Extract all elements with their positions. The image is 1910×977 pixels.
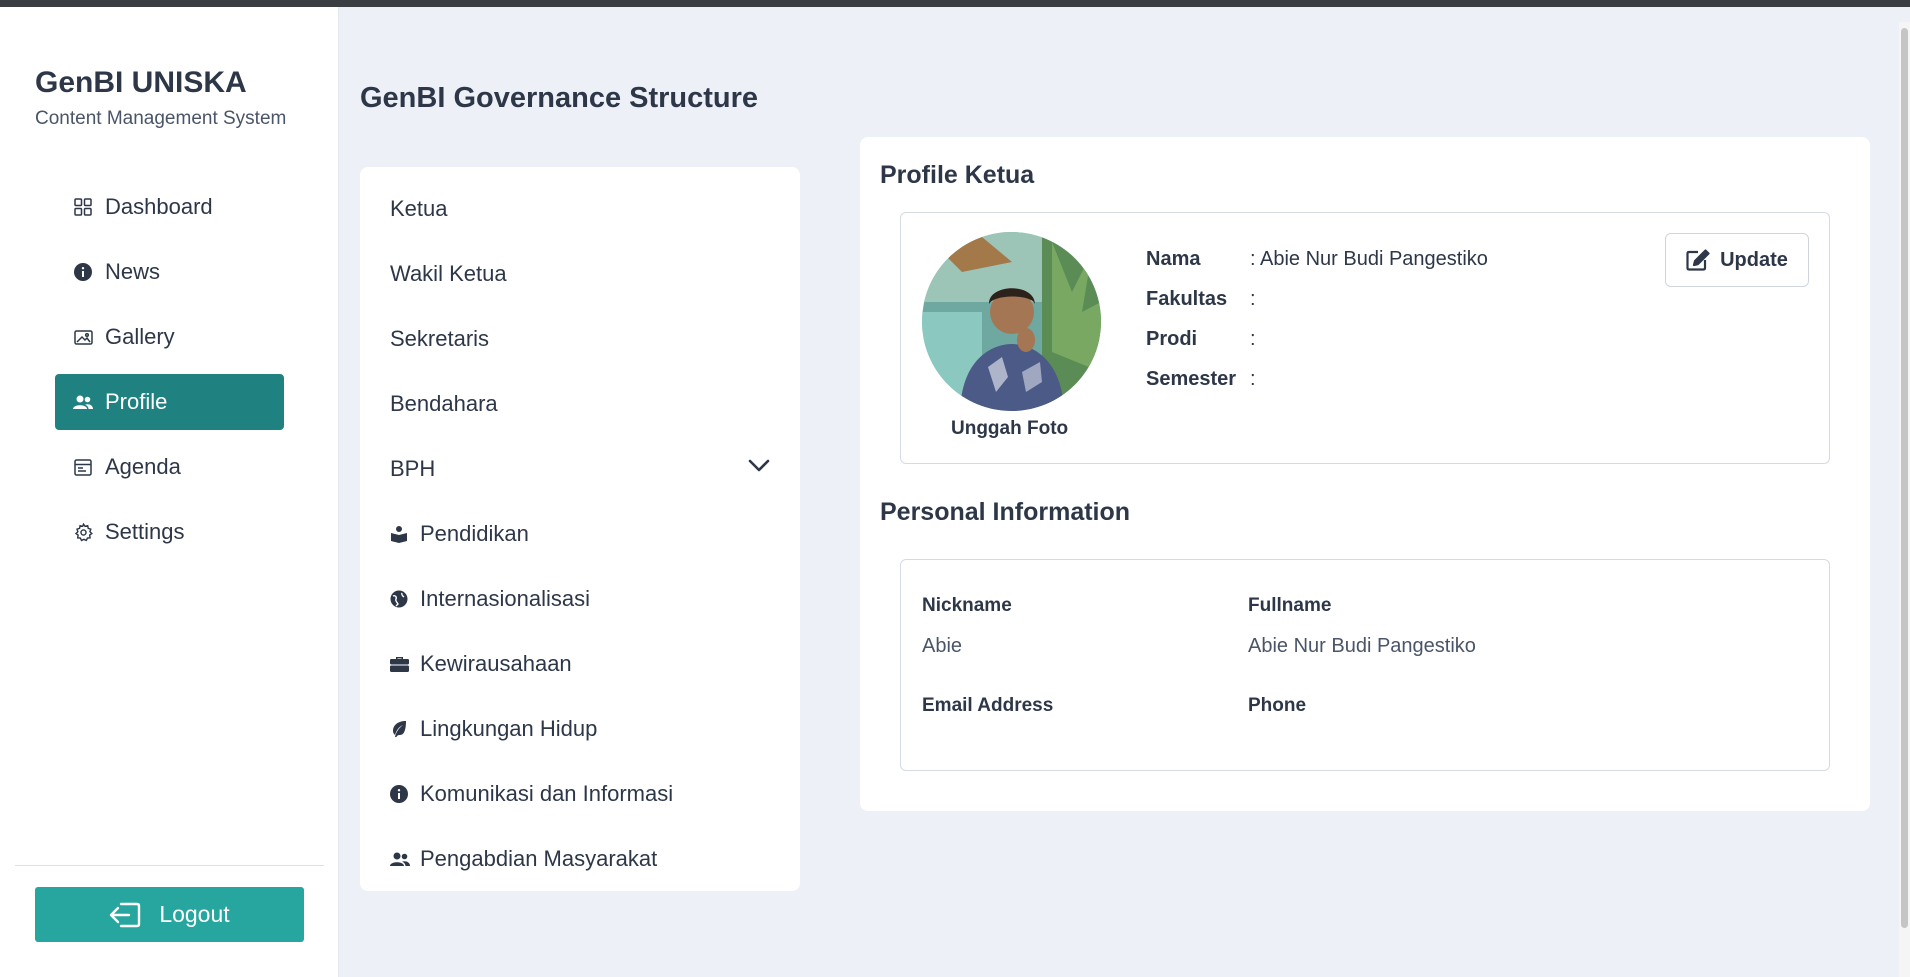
- sidebar-item-profile[interactable]: Profile: [55, 374, 284, 430]
- profile-field-prodi: Prodi :: [1146, 328, 1256, 351]
- update-button[interactable]: Update: [1665, 233, 1809, 287]
- profile-field-nama: Nama : Abie Nur Budi Pangestiko: [1146, 248, 1488, 271]
- sidebar-item-dashboard[interactable]: Dashboard: [55, 179, 284, 235]
- nickname-value: Abie: [922, 635, 963, 657]
- sidebar-item-agenda[interactable]: Agenda: [55, 439, 284, 495]
- people-icon: [73, 392, 93, 412]
- structure-item-kewirausahaan[interactable]: Kewirausahaan: [360, 631, 800, 696]
- phone-label: Phone: [1248, 695, 1307, 716]
- profile-section-title: Profile Ketua: [880, 161, 1035, 189]
- fullname-label: Fullname: [1248, 595, 1332, 616]
- structure-item-bendahara[interactable]: Bendahara: [360, 371, 800, 436]
- structure-item-komunikasi-dan-informasi[interactable]: Komunikasi dan Informasi: [360, 761, 800, 826]
- sidebar-divider: [15, 865, 324, 866]
- leaf-icon: [390, 720, 410, 738]
- structure-item-wakil-ketua[interactable]: Wakil Ketua: [360, 241, 800, 306]
- structure-item-label: Pengabdian Masyarakat: [420, 845, 658, 871]
- personal-info-card: Nickname Abie Fullname Abie Nur Budi Pan…: [900, 559, 1830, 771]
- structure-item-lingkungan-hidup[interactable]: Lingkungan Hidup: [360, 696, 800, 761]
- structure-item-bph[interactable]: BPH: [360, 436, 800, 501]
- logout-icon: [110, 902, 141, 927]
- globe-icon: [390, 590, 410, 608]
- page-scrollbar[interactable]: [1899, 22, 1910, 977]
- sidebar-item-label: Profile: [105, 389, 168, 414]
- sidebar-item-label: News: [105, 259, 161, 284]
- profile-panel: Profile Ketua Unggah Foto Nama : Abie Nu…: [860, 137, 1870, 811]
- structure-item-label: Lingkungan Hidup: [420, 715, 598, 741]
- edit-icon: [1686, 249, 1710, 271]
- logout-label: Logout: [159, 901, 230, 927]
- field-value: :: [1250, 288, 1256, 310]
- gear-icon: [73, 522, 93, 542]
- structure-item-pendidikan[interactable]: Pendidikan: [360, 501, 800, 566]
- profile-photo[interactable]: [922, 232, 1101, 411]
- profile-field-semester: Semester :: [1146, 368, 1256, 391]
- sidebar-item-label: Settings: [105, 519, 185, 544]
- structure-item-ketua[interactable]: Ketua: [360, 176, 800, 241]
- browser-top-bar: [0, 0, 1910, 7]
- structure-item-label: Bendahara: [390, 390, 498, 416]
- sidebar-item-label: Gallery: [105, 324, 175, 349]
- field-value: : Abie Nur Budi Pangestiko: [1250, 248, 1488, 270]
- structure-item-label: Wakil Ketua: [390, 260, 507, 286]
- field-key: Semester: [1146, 368, 1237, 390]
- info-circle-icon: [73, 262, 93, 282]
- field-value: :: [1250, 368, 1256, 390]
- structure-item-internasionalisasi[interactable]: Internasionalisasi: [360, 566, 800, 631]
- sidebar-item-settings[interactable]: Settings: [55, 504, 284, 560]
- profile-card: Unggah Foto Nama : Abie Nur Budi Pangest…: [900, 212, 1830, 464]
- governance-structure-list: Ketua Wakil Ketua Sekretaris Bendahara B…: [360, 167, 800, 891]
- structure-item-label: Kewirausahaan: [420, 650, 572, 676]
- structure-item-label: Sekretaris: [390, 325, 490, 351]
- structure-item-label: Komunikasi dan Informasi: [420, 780, 674, 806]
- chevron-down-icon: [748, 459, 770, 472]
- images-icon: [73, 327, 93, 347]
- sidebar-item-news[interactable]: News: [55, 244, 284, 300]
- structure-item-pengabdian-masyarakat[interactable]: Pengabdian Masyarakat: [360, 826, 800, 891]
- field-value: :: [1250, 328, 1256, 350]
- field-key: Prodi: [1146, 328, 1198, 350]
- sidebar: GenBI UNISKA Content Management System D…: [0, 7, 339, 977]
- structure-item-label: Ketua: [390, 195, 448, 221]
- structure-item-sekretaris[interactable]: Sekretaris: [360, 306, 800, 371]
- structure-item-label: BPH: [390, 455, 436, 481]
- sidebar-item-label: Agenda: [105, 454, 181, 479]
- sidebar-item-gallery[interactable]: Gallery: [55, 309, 284, 365]
- page-title: GenBI Governance Structure: [360, 82, 759, 114]
- logout-button[interactable]: Logout: [35, 887, 304, 942]
- sidebar-nav: Dashboard News Gallery Profile Agenda Se…: [55, 179, 284, 569]
- structure-item-label: Pendidikan: [420, 520, 529, 546]
- upload-photo-label[interactable]: Unggah Foto: [951, 418, 1068, 440]
- update-label: Update: [1720, 248, 1788, 271]
- structure-item-label: Internasionalisasi: [420, 585, 590, 611]
- grid-icon: [73, 197, 93, 217]
- fullname-value: Abie Nur Budi Pangestiko: [1248, 635, 1476, 657]
- book-reader-icon: [390, 525, 410, 543]
- brand-subtitle: Content Management System: [35, 108, 287, 129]
- people-icon: [390, 851, 410, 867]
- profile-field-fakultas: Fakultas :: [1146, 288, 1256, 311]
- info-circle-icon: [390, 784, 410, 803]
- nickname-label: Nickname: [922, 595, 1012, 616]
- personal-section-title: Personal Information: [880, 498, 1131, 526]
- email-label: Email Address: [922, 695, 1054, 716]
- sidebar-item-label: Dashboard: [105, 194, 213, 219]
- scrollbar-thumb[interactable]: [1901, 28, 1908, 928]
- calendar-icon: [73, 457, 93, 477]
- field-key: Fakultas: [1146, 288, 1228, 310]
- brand-title: GenBI UNISKA: [35, 66, 247, 99]
- briefcase-icon: [390, 656, 410, 672]
- field-key: Nama: [1146, 248, 1201, 270]
